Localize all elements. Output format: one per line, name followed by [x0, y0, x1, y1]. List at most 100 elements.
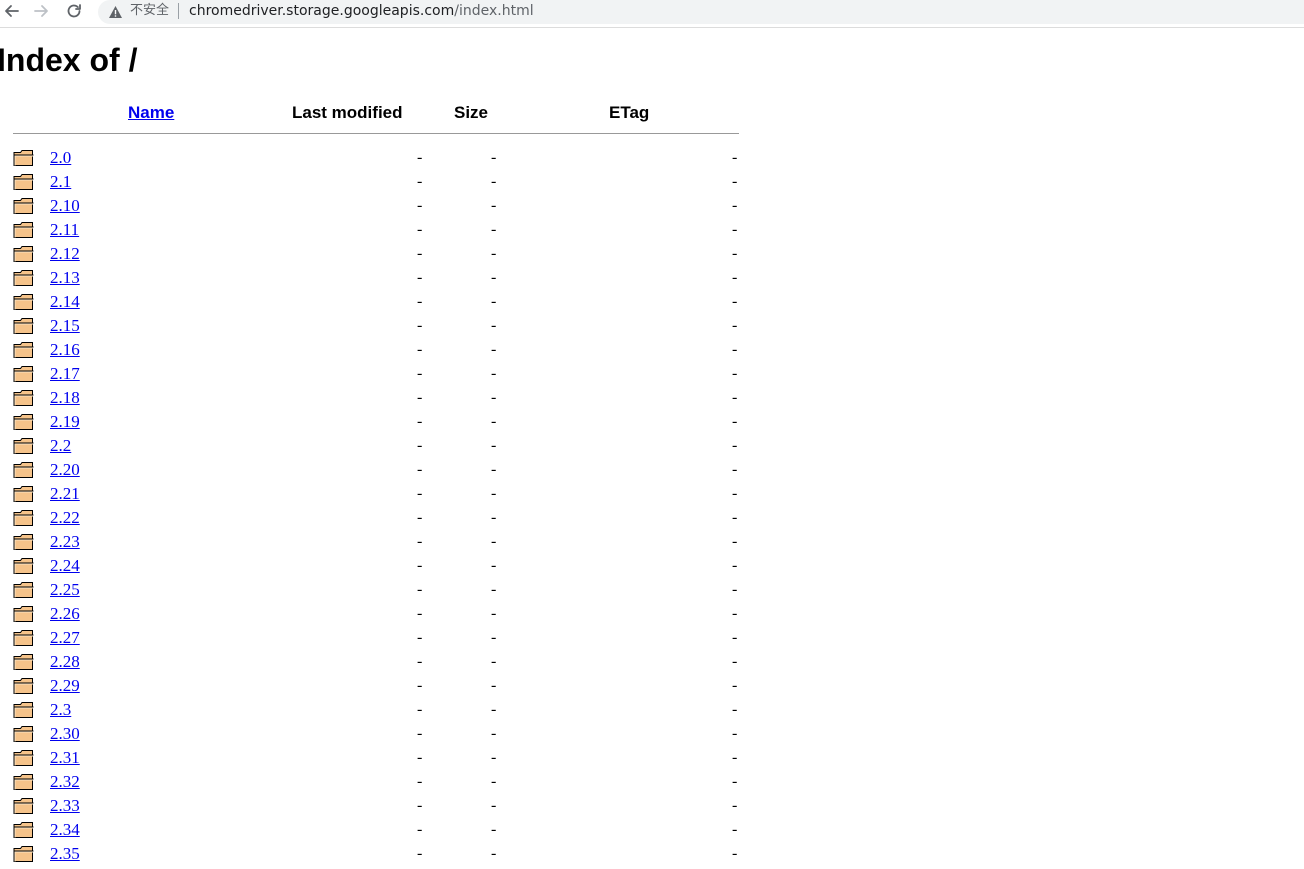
folder-link[interactable]: 2.23	[50, 532, 80, 552]
folder-link[interactable]: 2.17	[50, 364, 80, 384]
etag-value: -	[732, 149, 738, 166]
etag-value: -	[732, 437, 738, 454]
last-modified-value: -	[417, 221, 423, 238]
folder-icon	[13, 317, 34, 335]
size-value: -	[491, 701, 497, 718]
table-row: 2.29 - - -	[0, 674, 760, 698]
folder-link[interactable]: 2.18	[50, 388, 80, 408]
last-modified-value: -	[417, 677, 423, 694]
folder-link[interactable]: 2.0	[50, 148, 71, 168]
table-row: 2.3 - - -	[0, 698, 760, 722]
folder-link[interactable]: 2.22	[50, 508, 80, 528]
etag-value: -	[732, 557, 738, 574]
folder-link[interactable]: 2.34	[50, 820, 80, 840]
last-modified-value: -	[417, 269, 423, 286]
folder-icon	[13, 557, 34, 575]
size-value: -	[491, 221, 497, 238]
folder-link[interactable]: 2.20	[50, 460, 80, 480]
table-row: 2.21 - - -	[0, 482, 760, 506]
last-modified-value: -	[417, 725, 423, 742]
table-row: 2.16 - - -	[0, 338, 760, 362]
folder-icon	[13, 269, 34, 287]
table-row: 2.24 - - -	[0, 554, 760, 578]
table-row: 2.19 - - -	[0, 410, 760, 434]
folder-link[interactable]: 2.14	[50, 292, 80, 312]
folder-icon	[13, 365, 34, 383]
etag-value: -	[732, 845, 738, 862]
folder-link[interactable]: 2.19	[50, 412, 80, 432]
table-row: 2.15 - - -	[0, 314, 760, 338]
arrow-left-icon	[3, 3, 19, 19]
folder-icon	[13, 773, 34, 791]
header-etag: ETag	[609, 103, 650, 122]
size-value: -	[491, 821, 497, 838]
sort-by-name-link[interactable]: Name	[128, 103, 174, 122]
last-modified-value: -	[417, 605, 423, 622]
folder-link[interactable]: 2.21	[50, 484, 80, 504]
size-value: -	[491, 725, 497, 742]
folder-link[interactable]: 2.13	[50, 268, 80, 288]
table-row: 2.34 - - -	[0, 818, 760, 842]
folder-link[interactable]: 2.33	[50, 796, 80, 816]
back-button[interactable]	[0, 0, 22, 22]
folder-link[interactable]: 2.30	[50, 724, 80, 744]
size-value: -	[491, 293, 497, 310]
url-path: /index.html	[454, 3, 534, 19]
folder-link[interactable]: 2.25	[50, 580, 80, 600]
last-modified-value: -	[417, 149, 423, 166]
folder-link[interactable]: 2.15	[50, 316, 80, 336]
folder-link[interactable]: 2.12	[50, 244, 80, 264]
size-value: -	[491, 533, 497, 550]
folder-link[interactable]: 2.29	[50, 676, 80, 696]
etag-value: -	[732, 461, 738, 478]
folder-link[interactable]: 2.11	[50, 220, 79, 240]
size-value: -	[491, 629, 497, 646]
table-row: 2.31 - - -	[0, 746, 760, 770]
size-value: -	[491, 197, 497, 214]
last-modified-value: -	[417, 317, 423, 334]
folder-link[interactable]: 2.31	[50, 748, 80, 768]
folder-link[interactable]: 2.32	[50, 772, 80, 792]
folder-link[interactable]: 2.16	[50, 340, 80, 360]
folder-link[interactable]: 2.10	[50, 196, 80, 216]
folder-link[interactable]: 2.1	[50, 172, 71, 192]
url-text[interactable]: chromedriver.storage.googleapis.com/inde…	[189, 2, 534, 20]
last-modified-value: -	[417, 533, 423, 550]
address-separator	[178, 3, 179, 19]
etag-value: -	[732, 677, 738, 694]
folder-link[interactable]: 2.2	[50, 436, 71, 456]
etag-value: -	[732, 485, 738, 502]
folder-link[interactable]: 2.3	[50, 700, 71, 720]
directory-listing: 2.0 - - - 2.1 - - - 2.10 - - - 2.11 - - - 2.12 - - - 2.13 - - -…	[0, 146, 760, 866]
folder-link[interactable]: 2.27	[50, 628, 80, 648]
header-last-modified: Last modified	[292, 103, 403, 122]
forward-button[interactable]	[31, 0, 53, 22]
folder-link[interactable]: 2.28	[50, 652, 80, 672]
last-modified-value: -	[417, 845, 423, 862]
insecure-label[interactable]: 不安全	[130, 2, 169, 20]
last-modified-value: -	[417, 701, 423, 718]
folder-icon	[13, 197, 34, 215]
folder-icon	[13, 605, 34, 623]
address-bar[interactable]: 不安全 chromedriver.storage.googleapis.com/…	[98, 0, 1304, 24]
table-row: 2.17 - - -	[0, 362, 760, 386]
folder-icon	[13, 485, 34, 503]
table-row: 2.25 - - -	[0, 578, 760, 602]
last-modified-value: -	[417, 173, 423, 190]
last-modified-value: -	[417, 485, 423, 502]
etag-value: -	[732, 341, 738, 358]
folder-link[interactable]: 2.26	[50, 604, 80, 624]
last-modified-value: -	[417, 557, 423, 574]
etag-value: -	[732, 653, 738, 670]
etag-value: -	[732, 725, 738, 742]
reload-button[interactable]	[63, 0, 85, 22]
etag-value: -	[732, 221, 738, 238]
folder-link[interactable]: 2.24	[50, 556, 80, 576]
table-row: 2.13 - - -	[0, 266, 760, 290]
table-row: 2.23 - - -	[0, 530, 760, 554]
folder-icon	[13, 581, 34, 599]
folder-link[interactable]: 2.35	[50, 844, 80, 864]
page-title: Index of /	[0, 42, 138, 78]
size-value: -	[491, 653, 497, 670]
last-modified-value: -	[417, 821, 423, 838]
